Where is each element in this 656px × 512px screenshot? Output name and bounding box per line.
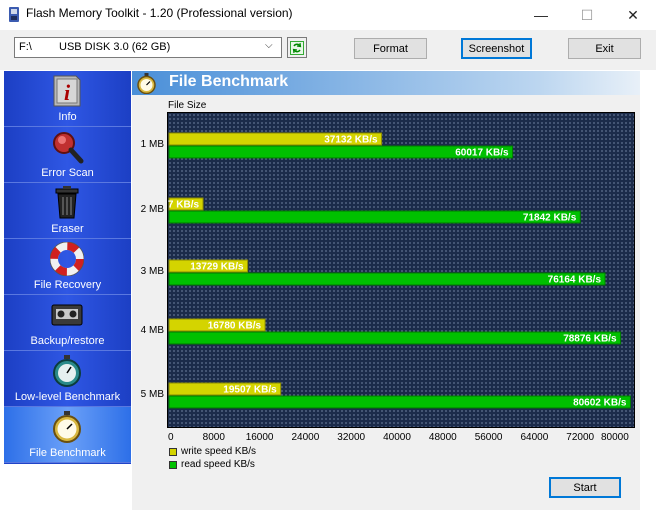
bar-read-2 xyxy=(168,272,606,286)
sidebar-item-label: Backup/restore xyxy=(30,335,105,347)
x-tick-label: 0 xyxy=(168,432,174,443)
sidebar-item-label: File Benchmark xyxy=(29,447,106,459)
trash-icon xyxy=(55,186,79,219)
category-label: 4 MB xyxy=(140,325,164,336)
screenshot-button[interactable]: Screenshot xyxy=(461,38,532,59)
category-label: 3 MB xyxy=(140,266,164,277)
drive-letter: F:\ xyxy=(19,41,32,53)
bar-read-3 xyxy=(168,331,622,345)
data-label-write-4: 19507 KB/s xyxy=(223,385,277,396)
chart-svg: 37132 KB/s 60017 KB/s 5947 KB/s 71842 KB/s 1… xyxy=(168,132,631,409)
x-tick-label: 32000 xyxy=(337,432,366,443)
sidebar-item-backup-restore[interactable]: Backup/restore xyxy=(4,295,131,351)
data-label-write-1: 5947 KB/s xyxy=(168,200,199,211)
bar-read-1 xyxy=(168,210,581,224)
legend-swatch-write xyxy=(169,448,177,456)
data-label-read-2: 76164 KB/s xyxy=(548,275,602,286)
x-tick-label: 8000 xyxy=(202,432,225,443)
category-label: 5 MB xyxy=(140,389,164,400)
data-label-read-0: 60017 KB/s xyxy=(455,148,509,159)
data-label-write-3: 16780 KB/s xyxy=(208,321,262,332)
x-tick-label: 64000 xyxy=(520,432,549,443)
sidebar-item-label: Error Scan xyxy=(41,167,94,179)
close-button[interactable]: ✕ xyxy=(610,0,656,30)
stopwatch-icon xyxy=(53,355,81,387)
refresh-icon xyxy=(290,40,304,55)
legend-swatch-read xyxy=(169,461,177,469)
sidebar-item-error-scan[interactable]: Error Scan xyxy=(4,127,131,183)
x-tick-label: 72000 xyxy=(566,432,595,443)
svg-text:i: i xyxy=(64,80,71,105)
magnifier-icon xyxy=(53,132,84,164)
x-tick-label: 48000 xyxy=(428,432,457,443)
sidebar-item-eraser[interactable]: Eraser xyxy=(4,183,131,239)
category-label: 2 MB xyxy=(140,204,164,215)
legend-label-write: write speed KB/s xyxy=(181,446,257,457)
sidebar: i Info Error Scan Eraser File Recovery B… xyxy=(4,71,131,464)
drive-select[interactable]: F:\ USB DISK 3.0 (62 GB) ⌵ xyxy=(14,37,282,58)
sidebar-item-label: Low-level Benchmark xyxy=(14,391,121,403)
data-label-write-2: 13729 KB/s xyxy=(190,262,244,273)
sidebar-item-label: Info xyxy=(58,111,77,123)
lifebuoy-icon xyxy=(50,242,84,276)
y-axis-title: File Size xyxy=(168,100,207,111)
exit-button[interactable]: Exit xyxy=(568,38,641,59)
app-icon xyxy=(8,7,20,22)
stopwatch-icon xyxy=(136,73,157,95)
data-label-write-0: 37132 KB/s xyxy=(324,135,378,146)
info-icon: i xyxy=(53,75,81,107)
sidebar-item-info[interactable]: i Info xyxy=(4,71,131,127)
stopwatch-icon xyxy=(53,411,81,443)
page-title: File Benchmark xyxy=(169,73,289,90)
legend-label-read: read speed KB/s xyxy=(181,459,255,470)
maximize-button[interactable]: ☐ xyxy=(564,0,610,30)
sidebar-item-label: File Recovery xyxy=(33,279,102,291)
bar-read-4 xyxy=(168,395,631,409)
sidebar-item-file-recovery[interactable]: File Recovery xyxy=(4,239,131,295)
sidebar-item-label: Eraser xyxy=(51,223,84,235)
start-button[interactable]: Start xyxy=(549,477,621,498)
data-label-read-4: 80602 KB/s xyxy=(573,398,627,409)
x-tick-label: 16000 xyxy=(245,432,274,443)
window-title: Flash Memory Toolkit - 1.20 (Professiona… xyxy=(26,6,293,20)
x-tick-label: 24000 xyxy=(291,432,320,443)
category-label: 1 MB xyxy=(140,139,164,150)
x-tick-label: 40000 xyxy=(383,432,411,443)
tape-icon xyxy=(51,304,83,326)
benchmark-chart: 37132 KB/s 60017 KB/s 5947 KB/s 71842 KB/s 1… xyxy=(167,112,635,428)
drive-name: USB DISK 3.0 (62 GB) xyxy=(59,41,171,53)
format-button[interactable]: Format xyxy=(354,38,427,59)
data-label-read-3: 78876 KB/s xyxy=(563,334,617,345)
data-label-read-1: 71842 KB/s xyxy=(523,213,577,224)
x-tick-label: 80000 xyxy=(600,432,629,443)
x-tick-label: 56000 xyxy=(474,432,503,443)
sidebar-item-low-level-benchmark[interactable]: Low-level Benchmark xyxy=(4,351,131,407)
sidebar-item-file-benchmark[interactable]: File Benchmark xyxy=(4,407,131,463)
chevron-down-icon[interactable]: ⌵ xyxy=(265,40,273,51)
refresh-button[interactable] xyxy=(287,37,307,58)
minimize-button[interactable]: — xyxy=(518,0,564,30)
